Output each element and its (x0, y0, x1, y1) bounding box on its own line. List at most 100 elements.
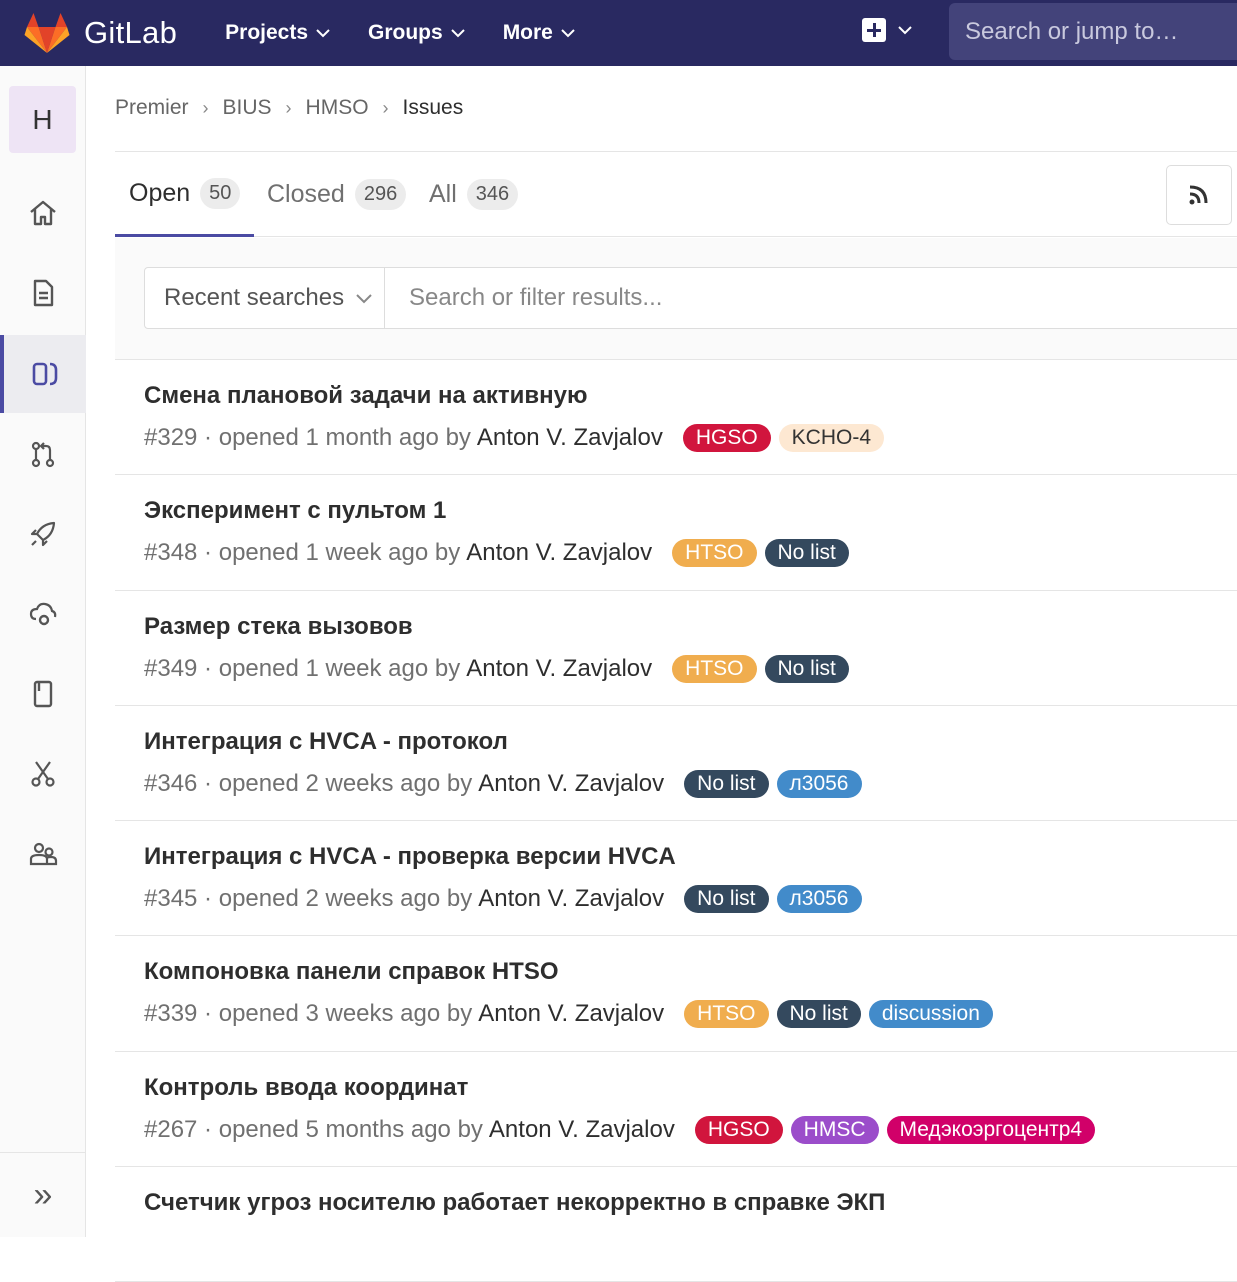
issue-label[interactable]: No list (764, 539, 849, 568)
collapse-sidebar-button[interactable]: » (0, 1160, 86, 1230)
chevron-right-icon: › (382, 97, 389, 118)
tab-all-label: All (429, 180, 457, 208)
issue-labels: HTSO No list (672, 654, 857, 683)
chevron-down-icon (316, 29, 330, 38)
top-navbar: GitLab Projects Groups More (0, 0, 1237, 66)
issue-label[interactable]: discussion (868, 1000, 993, 1029)
members-icon (29, 842, 58, 866)
issue-label[interactable]: л3056 (776, 885, 862, 914)
issue-labels: HTSO No list (672, 539, 857, 568)
issue-meta: #348 · opened 1 week ago by Anton V. Zavj… (144, 539, 857, 568)
issue-label[interactable]: No list (684, 769, 769, 798)
issue-label[interactable]: No list (776, 1000, 861, 1029)
chevron-right-icon: › (285, 97, 292, 118)
filter-search-input[interactable] (409, 284, 1237, 312)
breadcrumb-item[interactable]: HMSO (306, 96, 369, 120)
global-search[interactable] (949, 3, 1237, 60)
nav-groups[interactable]: Groups (368, 21, 465, 45)
cloud-gear-icon (29, 602, 57, 626)
plus-square-icon (862, 18, 886, 42)
sidebar-item-members[interactable] (0, 815, 86, 893)
issue-title[interactable]: Смена плановой задачи на активную (144, 382, 587, 410)
issue-title[interactable]: Компоновка панели справок HTSO (144, 958, 559, 986)
issue-meta: #345 · opened 2 weeks ago by Anton V. Zav… (144, 885, 870, 914)
issue-author[interactable]: Anton V. Zavjalov (478, 885, 664, 913)
project-sidebar: H » (0, 66, 86, 1237)
issue-title[interactable]: Счетчик угроз носителю работает некоррек… (144, 1189, 885, 1217)
issue-label[interactable]: HTSO (672, 539, 757, 568)
issue-label[interactable]: Медэкоэргоцентр4 (886, 1115, 1096, 1144)
document-icon (33, 279, 54, 307)
issue-label[interactable]: л3056 (776, 769, 862, 798)
issue-row: Смена плановой задачи на активную #329 · … (115, 360, 1237, 476)
new-item-dropdown[interactable] (862, 18, 912, 42)
nav-more[interactable]: More (503, 21, 575, 45)
issue-meta-text: #267 · opened 5 months ago by (144, 1115, 483, 1143)
chevron-down-icon (356, 294, 372, 304)
merge-request-icon (31, 441, 55, 468)
issue-author[interactable]: Anton V. Zavjalov (466, 539, 652, 567)
issue-title[interactable]: Размер стека вызовов (144, 613, 413, 641)
chevron-down-icon (898, 26, 912, 35)
tab-open[interactable]: Open 50 (115, 152, 255, 237)
issue-author[interactable]: Anton V. Zavjalov (466, 655, 652, 683)
issue-meta-text: #329 · opened 1 month ago by (144, 424, 471, 451)
issue-author[interactable]: Anton V. Zavjalov (477, 424, 663, 452)
issue-label[interactable]: KCHO-4 (778, 424, 885, 452)
chevron-right-icon: › (202, 97, 209, 118)
filter-bar: Recent searches (115, 238, 1237, 360)
issue-label[interactable]: No list (764, 654, 849, 683)
sidebar-item-issues[interactable] (0, 335, 86, 413)
issue-author[interactable]: Anton V. Zavjalov (478, 770, 664, 798)
gitlab-logo[interactable]: GitLab (24, 12, 177, 54)
issue-row: Размер стека вызовов #349 · opened 1 week… (115, 591, 1237, 706)
tab-open-count: 50 (200, 177, 241, 209)
sidebar-item-repository[interactable] (0, 254, 86, 332)
issue-title[interactable]: Эксперимент с пультом 1 (144, 497, 446, 525)
tab-closed[interactable]: Closed 296 (267, 152, 407, 237)
filter-search[interactable] (384, 267, 1237, 329)
nav-groups-label: Groups (368, 21, 443, 44)
sidebar-item-snippets[interactable] (0, 735, 86, 813)
issue-meta: #349 · opened 1 week ago by Anton V. Zavj… (144, 654, 857, 683)
issue-row: Интеграция с HVCA - проверка версии HVCA… (115, 821, 1237, 937)
issue-author[interactable]: Anton V. Zavjalov (489, 1116, 675, 1144)
issue-label[interactable]: HMSC (790, 1115, 879, 1144)
gitlab-fox-icon (24, 13, 70, 53)
sidebar-item-operations[interactable] (0, 575, 86, 653)
issue-meta: #267 · opened 5 months ago by Anton V. Za… (144, 1115, 1103, 1144)
rss-feed-button[interactable] (1166, 165, 1232, 225)
sidebar-item-wiki[interactable] (0, 655, 86, 733)
sidebar-item-merge-requests[interactable] (0, 415, 86, 493)
tab-all[interactable]: All 346 (429, 152, 519, 237)
issue-state-tabs: Open 50 Closed 296 All 346 (115, 152, 1237, 237)
breadcrumb-item[interactable]: Premier (115, 96, 189, 120)
global-search-input[interactable] (965, 17, 1237, 46)
sidebar-item-ci-cd[interactable] (0, 495, 86, 573)
recent-searches-label: Recent searches (164, 284, 345, 311)
issue-author[interactable]: Anton V. Zavjalov (478, 1000, 664, 1028)
issue-title[interactable]: Интеграция с HVCA - проверка версии HVCA (144, 843, 676, 871)
sidebar-item-project[interactable] (0, 174, 86, 252)
breadcrumb: Premier › BIUS › HMSO › Issues (115, 96, 463, 120)
book-icon (33, 680, 53, 708)
nav-more-label: More (502, 21, 553, 44)
issue-label[interactable]: HGSO (682, 424, 771, 452)
issue-row: Эксперимент с пультом 1 #348 · opened 1 w… (115, 475, 1237, 591)
issue-label[interactable]: HTSO (684, 1000, 769, 1029)
project-avatar[interactable]: H (9, 86, 76, 153)
breadcrumb-current[interactable]: Issues (403, 96, 464, 120)
issue-label[interactable]: HTSO (672, 654, 757, 683)
issue-label[interactable]: HGSO (694, 1115, 783, 1144)
breadcrumb-item[interactable]: BIUS (223, 96, 272, 120)
issue-meta-text: #345 · opened 2 weeks ago by (144, 885, 473, 913)
issue-labels: HGSO HMSC Медэкоэргоцентр4 (694, 1115, 1103, 1144)
issue-title[interactable]: Контроль ввода координат (144, 1074, 468, 1102)
issue-labels: No list л3056 (684, 769, 869, 798)
nav-projects[interactable]: Projects (225, 21, 330, 45)
scissors-icon (31, 761, 55, 787)
issue-title[interactable]: Интеграция с HVCA - протокол (144, 728, 508, 756)
recent-searches-dropdown[interactable]: Recent searches (144, 267, 385, 329)
issue-label[interactable]: No list (684, 885, 769, 914)
issue-meta-text: #349 · opened 1 week ago by (144, 654, 461, 682)
